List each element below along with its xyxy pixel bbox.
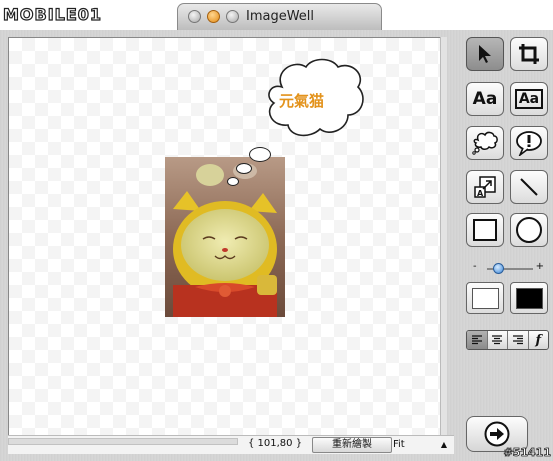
close-button[interactable] — [188, 10, 201, 23]
title-bar: MOBILE01 ImageWell — [0, 0, 553, 30]
boxed-text-tool-button[interactable]: Aa — [510, 82, 548, 116]
arrow-icon — [479, 45, 491, 63]
slider-max-label: + — [535, 261, 544, 272]
bubble-text: 元氣猫 — [279, 92, 325, 110]
redraw-button[interactable]: 重新繪製 — [312, 437, 392, 453]
window-title: ImageWell — [246, 9, 315, 24]
align-center-icon — [492, 335, 503, 345]
cursor-coordinates: { 101,80 } — [248, 438, 303, 449]
window-tab[interactable]: ImageWell — [177, 3, 382, 30]
bubble-dot-medium — [236, 163, 252, 174]
minimize-button[interactable] — [207, 10, 220, 23]
text-alignment-group: f — [466, 330, 549, 350]
text-tool-button[interactable]: Aa — [466, 82, 504, 116]
boxed-text-tool-label: Aa — [514, 89, 544, 109]
fill-color-well[interactable] — [466, 282, 504, 314]
align-left-icon — [471, 335, 482, 345]
line-icon — [520, 178, 538, 196]
stroke-color-swatch — [516, 288, 543, 309]
arrow-right-circle-icon — [484, 421, 510, 447]
select-tool-button[interactable] — [466, 37, 504, 71]
resize-icon: A — [474, 176, 496, 198]
italic-label: f — [535, 332, 542, 348]
bubble-dot-small — [227, 177, 239, 186]
status-bar: { 101,80 } 重新繪製 Fit ▲ — [8, 435, 454, 454]
align-center-button[interactable] — [488, 331, 508, 349]
crop-icon — [519, 44, 539, 64]
crop-tool-button[interactable] — [510, 37, 548, 71]
stroke-color-well[interactable] — [510, 282, 548, 314]
vertical-scrollbar[interactable] — [440, 37, 447, 436]
rectangle-tool-button[interactable] — [466, 213, 504, 247]
updown-arrows-icon: ▲ — [440, 440, 447, 449]
align-left-button[interactable] — [467, 331, 488, 349]
slider-knob[interactable] — [493, 263, 504, 274]
align-right-icon — [512, 335, 523, 345]
circle-icon — [516, 217, 542, 243]
zoom-select[interactable]: Fit ▲ — [393, 437, 451, 452]
line-tool-button[interactable] — [510, 170, 548, 204]
exclamation-balloon-icon — [516, 131, 542, 156]
logo: MOBILE01 — [2, 3, 103, 25]
italic-button[interactable]: f — [529, 331, 549, 349]
text-tool-label: Aa — [472, 89, 498, 109]
align-right-button[interactable] — [508, 331, 529, 349]
logo-text: MOBILE01 — [2, 4, 103, 24]
zoom-button[interactable] — [226, 10, 239, 23]
speech-balloon-tool-button[interactable] — [510, 126, 548, 160]
line-width-slider[interactable]: - + — [470, 261, 546, 276]
app-window: MOBILE01 ImageWell 元氣猫 {101,80} 重新繪製 F… — [0, 0, 553, 461]
fill-color-swatch — [472, 288, 499, 309]
bubble-dot-large — [249, 147, 271, 162]
thought-balloon-tool-button[interactable] — [466, 126, 504, 160]
thought-balloon-icon — [472, 131, 498, 155]
ellipse-tool-button[interactable] — [510, 213, 548, 247]
resize-tool-button[interactable]: A — [466, 170, 504, 204]
svg-text:A: A — [477, 189, 484, 198]
slider-min-label: - — [473, 261, 477, 272]
horizontal-scrollbar[interactable] — [8, 438, 238, 445]
rectangle-icon — [473, 219, 497, 241]
zoom-select-value: Fit — [393, 439, 405, 450]
window-controls — [188, 10, 239, 23]
cat-photo[interactable] — [165, 157, 285, 317]
watermark: #51411 — [503, 446, 551, 460]
